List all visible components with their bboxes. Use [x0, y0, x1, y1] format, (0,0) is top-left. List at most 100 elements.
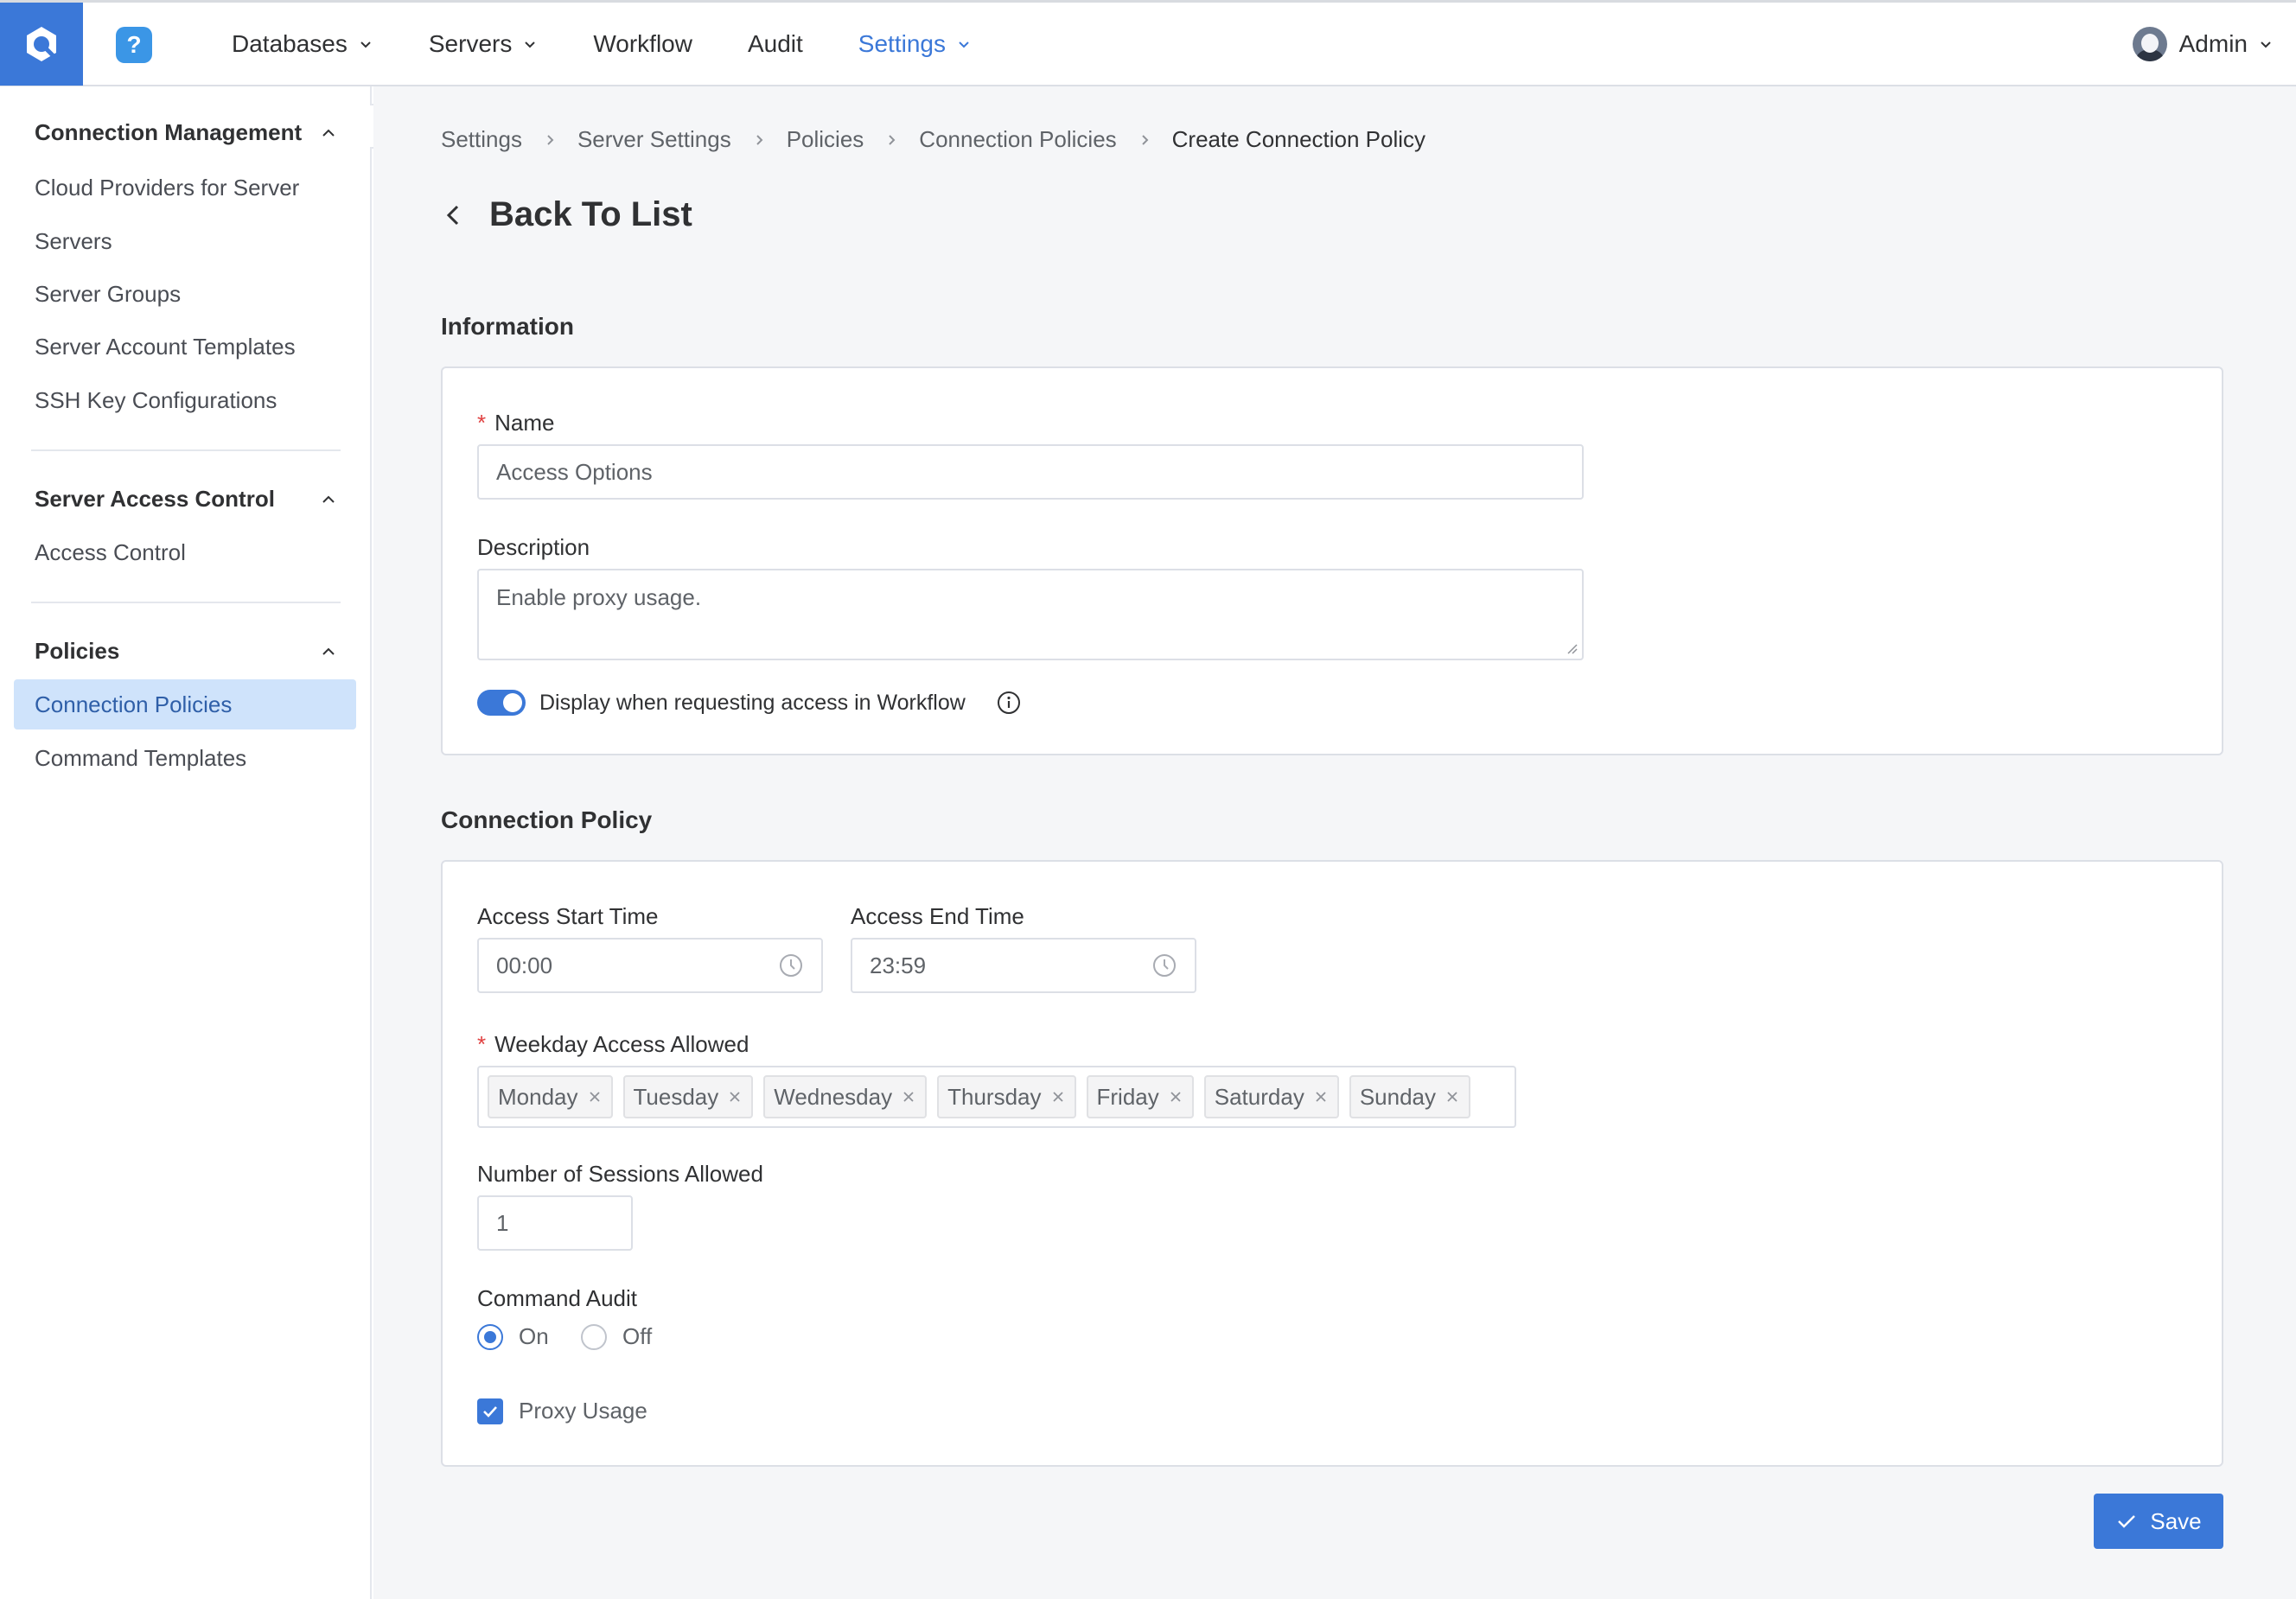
information-section-title: Information [441, 313, 574, 340]
nav-servers[interactable]: Servers [429, 3, 538, 86]
info-icon[interactable] [996, 690, 1022, 716]
close-icon[interactable] [727, 1089, 743, 1105]
chevron-left-icon [446, 205, 459, 225]
close-icon[interactable] [1168, 1089, 1183, 1105]
command-audit-off-radio[interactable]: Off [581, 1323, 652, 1350]
sidebar-section-server-access-control[interactable]: Server Access Control [35, 486, 339, 513]
breadcrumb: Settings Server Settings Policies Connec… [441, 126, 1425, 153]
sidebar-item-command-templates[interactable]: Command Templates [14, 733, 356, 783]
save-label: Save [2150, 1507, 2202, 1534]
name-input[interactable]: Access Options [477, 444, 1584, 500]
clock-icon [780, 954, 802, 977]
sidebar-item-servers[interactable]: Servers [14, 216, 356, 266]
nav-servers-label: Servers [428, 30, 513, 57]
sidebar-section-title: Server Access Control [35, 486, 275, 512]
workflow-display-toggle[interactable] [477, 690, 526, 716]
save-button[interactable]: Save [2094, 1494, 2223, 1549]
sidebar-section-policies[interactable]: Policies [35, 638, 339, 665]
sidebar-item-label: Cloud Providers for Server [35, 174, 300, 201]
chevron-right-icon [756, 134, 763, 145]
nav-workflow[interactable]: Workflow [593, 3, 692, 86]
back-to-list-label: Back To List [489, 195, 692, 233]
sidebar: Connection Management Cloud Providers fo… [0, 86, 372, 1599]
sidebar-item-label: Server Groups [35, 280, 182, 307]
sidebar-divider [31, 602, 341, 603]
main-nav: Databases Servers Workflow Audit Setting… [232, 3, 1027, 86]
access-end-time-input[interactable]: 23:59 [851, 938, 1196, 993]
sidebar-item-connection-policies[interactable]: Connection Policies [14, 679, 356, 729]
breadcrumb-server-settings[interactable]: Server Settings [577, 126, 731, 153]
nav-settings-label: Settings [858, 30, 946, 57]
nav-settings[interactable]: Settings [858, 3, 972, 86]
back-to-list-button[interactable]: Back To List [441, 195, 692, 234]
sessions-allowed-input[interactable]: 1 [477, 1195, 633, 1251]
sidebar-section-title: Connection Management [35, 119, 303, 145]
avatar [2132, 27, 2167, 61]
breadcrumb-connection-policies[interactable]: Connection Policies [919, 126, 1116, 153]
sidebar-divider [31, 449, 341, 451]
weekday-tag-tuesday: Tuesday [622, 1075, 754, 1118]
weekday-tag-monday: Monday [488, 1075, 613, 1118]
weekday-tag-sunday: Sunday [1349, 1075, 1471, 1118]
weekday-access-label: * Weekday Access Allowed [477, 1031, 749, 1057]
breadcrumb-policies[interactable]: Policies [787, 126, 864, 153]
close-icon[interactable] [901, 1089, 916, 1105]
chevron-right-icon [547, 134, 554, 145]
sidebar-item-server-groups[interactable]: Server Groups [14, 269, 356, 319]
sidebar-item-ssh-key-configurations[interactable]: SSH Key Configurations [14, 375, 356, 425]
chevron-down-icon [2261, 41, 2271, 48]
sidebar-item-label: Server Account Templates [35, 333, 296, 360]
clock-icon [1153, 954, 1176, 977]
resize-handle-icon[interactable] [1565, 641, 1578, 655]
sidebar-item-label: Servers [35, 227, 112, 254]
chevron-down-icon [525, 41, 536, 48]
description-textarea[interactable]: Enable proxy usage. [477, 569, 1584, 660]
access-start-time-input[interactable]: 00:00 [477, 938, 823, 993]
sidebar-section-connection-management[interactable]: Connection Management [35, 119, 339, 146]
breadcrumb-create-connection-policy: Create Connection Policy [1171, 126, 1426, 152]
sidebar-item-label: Access Control [35, 538, 186, 565]
nav-audit[interactable]: Audit [748, 3, 803, 86]
weekday-tag-wednesday: Wednesday [763, 1075, 928, 1118]
sidebar-item-label: Connection Policies [35, 691, 233, 717]
user-menu[interactable]: Admin [2132, 3, 2274, 86]
close-icon[interactable] [1050, 1089, 1066, 1105]
close-icon[interactable] [1445, 1089, 1460, 1105]
nav-databases-label: Databases [232, 30, 348, 57]
proxy-usage-checkbox[interactable]: Proxy Usage [477, 1398, 647, 1424]
information-card: * Name Access Options Description Enable … [441, 366, 2223, 755]
checkmark-icon [2118, 1515, 2136, 1528]
sidebar-item-server-account-templates[interactable]: Server Account Templates [14, 322, 356, 372]
connection-policy-card: Access Start Time 00:00 Access End Time … [441, 860, 2223, 1467]
chevron-down-icon [959, 41, 969, 48]
chevron-right-icon [1141, 134, 1149, 145]
top-navigation-bar: ? Databases Servers Workflow Audit Setti… [0, 0, 2296, 86]
description-label: Description [477, 534, 590, 560]
sidebar-item-access-control[interactable]: Access Control [14, 527, 356, 577]
help-icon[interactable]: ? [116, 27, 152, 63]
connection-policy-section-title: Connection Policy [441, 806, 653, 833]
app-logo-icon[interactable] [0, 3, 83, 86]
command-audit-on-radio[interactable]: On [477, 1323, 549, 1350]
nav-audit-label: Audit [747, 30, 803, 57]
chevron-down-icon [360, 41, 371, 48]
workflow-display-label: Display when requesting access in Workfl… [539, 691, 966, 715]
breadcrumb-settings[interactable]: Settings [441, 126, 522, 153]
nav-workflow-label: Workflow [593, 30, 692, 57]
chevron-right-icon [889, 134, 896, 145]
command-audit-label: Command Audit [477, 1285, 637, 1311]
user-name: Admin [2178, 30, 2248, 57]
nav-databases[interactable]: Databases [232, 3, 373, 86]
access-start-time-label: Access Start Time [477, 903, 659, 929]
sidebar-section-title: Policies [35, 638, 120, 664]
main-content: Settings Server Settings Policies Connec… [373, 86, 2296, 1599]
close-icon[interactable] [1313, 1089, 1329, 1105]
weekday-tag-thursday: Thursday [937, 1075, 1076, 1118]
close-icon[interactable] [587, 1089, 603, 1105]
name-label: * Name [477, 410, 555, 436]
sessions-allowed-label: Number of Sessions Allowed [477, 1161, 763, 1187]
chevron-up-icon [322, 129, 335, 137]
sidebar-item-cloud-providers[interactable]: Cloud Providers for Server [14, 162, 356, 213]
weekday-tag-friday: Friday [1086, 1075, 1194, 1118]
weekday-multiselect[interactable]: Monday Tuesday Wednesday Thursday Friday… [477, 1066, 1516, 1128]
